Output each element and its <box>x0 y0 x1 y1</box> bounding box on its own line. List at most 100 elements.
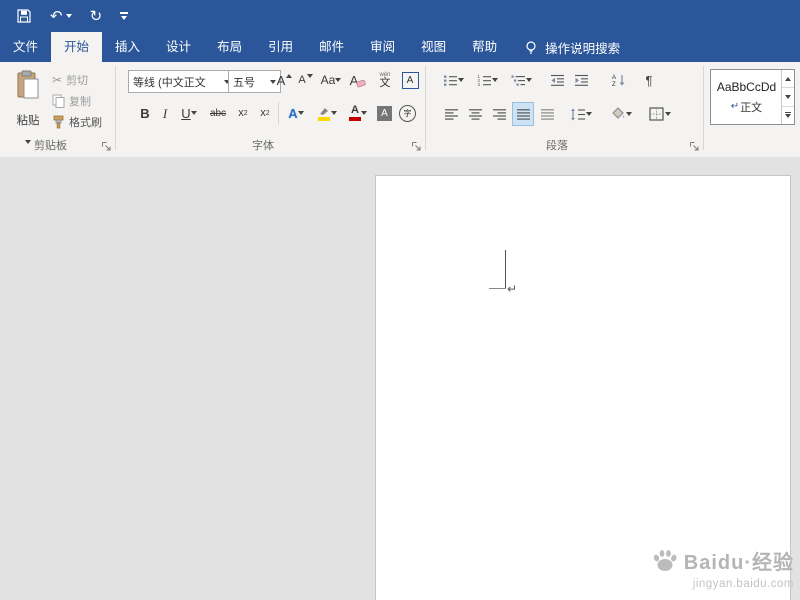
sort-icon: A Z <box>612 75 625 87</box>
bold-button[interactable]: B <box>136 102 154 124</box>
shrink-font-button[interactable]: A <box>296 69 315 91</box>
ribbon-tab-bar: 文件 开始 插入 设计 布局 引用 邮件 审阅 视图 帮助 操作说明搜索 <box>0 32 800 62</box>
page[interactable]: ↵ <box>375 175 791 600</box>
enclose-characters-icon: 字 <box>399 104 416 122</box>
customize-qat-icon <box>120 12 129 20</box>
chevron-down-icon <box>625 112 632 116</box>
line-spacing-button[interactable] <box>567 103 595 125</box>
align-center-button[interactable] <box>465 103 485 125</box>
phonetic-guide-button[interactable]: wén 文 <box>374 67 396 93</box>
font-dialog-launcher[interactable] <box>411 141 422 152</box>
enclose-characters-button[interactable]: 字 <box>398 102 417 124</box>
increase-indent-icon <box>574 74 588 86</box>
pinyin-icon: wén 文 <box>379 71 391 89</box>
font-group-label: 字体 <box>252 140 274 152</box>
more-styles-icon <box>785 112 791 119</box>
tab-insert[interactable]: 插入 <box>102 32 153 62</box>
character-border-button[interactable]: A <box>401 69 419 91</box>
align-right-button[interactable] <box>489 103 509 125</box>
svg-text:3: 3 <box>477 82 480 87</box>
watermark: Baidu·经验 jingyan.baidu.com <box>651 546 794 590</box>
align-left-icon <box>444 108 458 120</box>
gallery-scrollbar <box>781 70 794 124</box>
undo-icon: ↶ <box>50 7 63 25</box>
character-shading-button[interactable]: A <box>375 102 394 124</box>
decrease-indent-button[interactable] <box>547 69 567 91</box>
strikethrough-button[interactable]: abc <box>206 102 230 124</box>
lightbulb-icon <box>526 40 536 54</box>
borders-icon <box>649 107 664 121</box>
underline-button[interactable]: U <box>176 102 202 124</box>
increase-indent-button[interactable] <box>571 69 591 91</box>
style-item-normal[interactable]: AaBbCcDd ↵ 正文 <box>711 70 782 124</box>
scissors-icon: ✂ <box>52 72 63 87</box>
text-effects-button[interactable]: A <box>283 102 309 124</box>
tab-home[interactable]: 开始 <box>51 32 103 62</box>
gallery-scroll-up[interactable] <box>782 70 794 89</box>
qat-customize-button[interactable] <box>120 12 129 20</box>
bullets-button[interactable] <box>439 69 467 91</box>
tab-references[interactable]: 引用 <box>255 32 306 62</box>
triangle-down-icon <box>306 74 313 78</box>
font-name-combo[interactable]: 等线 (中文正文 <box>128 70 235 93</box>
group-styles: AaBbCcDd ↵ 正文 <box>703 62 800 156</box>
paragraph-mark: ↵ <box>507 282 518 296</box>
paragraph-dialog-launcher[interactable] <box>689 141 700 152</box>
chevron-down-icon <box>586 112 592 116</box>
copy-button[interactable]: 复制 <box>52 91 91 110</box>
tab-review[interactable]: 审阅 <box>357 32 408 62</box>
clipboard-dialog-launcher[interactable] <box>101 141 112 152</box>
multilevel-list-icon <box>511 75 525 86</box>
gallery-scroll-down[interactable] <box>782 88 794 107</box>
cut-button[interactable]: ✂ 剪切 <box>52 70 88 89</box>
align-left-button[interactable] <box>441 103 461 125</box>
highlight-button[interactable] <box>313 102 341 124</box>
grow-font-button[interactable]: A <box>275 69 294 91</box>
justify-button[interactable] <box>512 102 534 126</box>
titlebar: ↶ ↻ <box>0 0 800 32</box>
document-canvas[interactable]: ↵ Baidu·经验 jingyan.baidu.com <box>0 157 800 600</box>
tab-help[interactable]: 帮助 <box>459 32 510 62</box>
paragraph-group-label: 段落 <box>546 140 568 152</box>
tab-layout[interactable]: 布局 <box>204 32 255 62</box>
line-spacing-icon <box>571 108 585 120</box>
tab-view[interactable]: 视图 <box>408 32 459 62</box>
distribute-button[interactable] <box>537 103 557 125</box>
shading-button[interactable] <box>607 103 635 125</box>
change-case-button[interactable]: Aa <box>318 69 344 91</box>
subscript-button[interactable]: x2 <box>234 102 252 124</box>
pilcrow-icon: ¶ <box>645 72 653 88</box>
show-marks-button[interactable]: ¶ <box>639 69 659 91</box>
font-size-combo[interactable]: 五号 <box>228 70 281 93</box>
chevron-down-icon <box>297 111 304 115</box>
brush-icon <box>53 115 64 128</box>
save-button[interactable] <box>16 8 32 24</box>
separator <box>278 102 279 124</box>
tab-design[interactable]: 设计 <box>153 32 204 62</box>
gallery-more-button[interactable] <box>782 107 794 124</box>
multilevel-list-button[interactable] <box>507 69 535 91</box>
tell-me-search[interactable]: 操作说明搜索 <box>524 32 620 62</box>
font-size-value: 五号 <box>233 76 255 89</box>
chevron-down-icon <box>525 78 532 82</box>
italic-button[interactable]: I <box>158 102 172 124</box>
sort-button[interactable]: A Z <box>607 69 631 91</box>
redo-button[interactable]: ↻ <box>90 9 103 24</box>
superscript-button[interactable]: x2 <box>256 102 274 124</box>
format-painter-button[interactable]: 格式刷 <box>52 112 102 131</box>
borders-button[interactable] <box>645 103 675 125</box>
svg-text:Z: Z <box>612 82 616 87</box>
undo-button[interactable]: ↶ <box>50 9 72 24</box>
watermark-url: jingyan.baidu.com <box>692 578 794 590</box>
chevron-down-icon <box>331 111 337 115</box>
triangle-down-icon <box>785 94 791 99</box>
paste-button[interactable]: 粘贴 <box>6 67 50 147</box>
eraser-icon <box>356 80 367 88</box>
tab-mailings[interactable]: 邮件 <box>306 32 357 62</box>
font-color-button[interactable]: A <box>345 102 371 124</box>
caret-baseline-tick <box>489 288 506 289</box>
numbering-button[interactable]: 1 2 3 <box>473 69 501 91</box>
tab-file[interactable]: 文件 <box>0 32 51 62</box>
group-clipboard: 粘贴 ✂ 剪切 复制 格式刷 剪贴板 <box>0 62 115 156</box>
clear-formatting-button[interactable]: A <box>348 69 368 91</box>
